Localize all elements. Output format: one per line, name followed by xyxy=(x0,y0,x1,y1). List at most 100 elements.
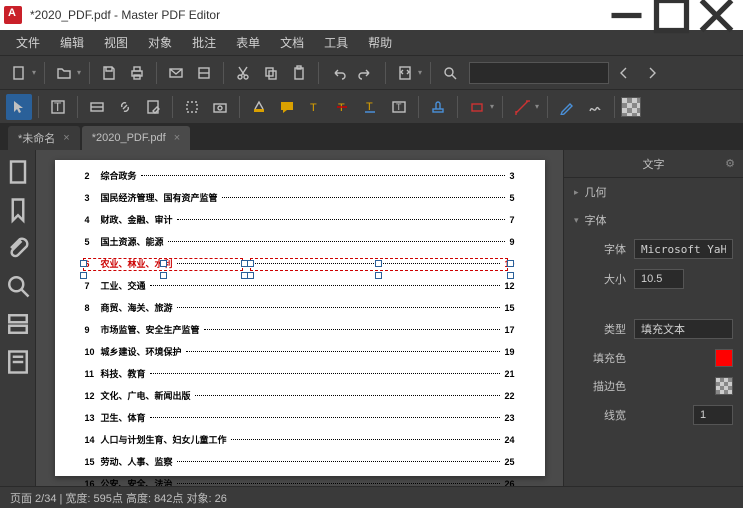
shape-rect-tool[interactable] xyxy=(464,94,490,120)
search-panel-button[interactable] xyxy=(4,272,32,300)
toc-line[interactable]: 4财政、金融、审计7 xyxy=(85,213,515,226)
menu-help[interactable]: 帮助 xyxy=(358,30,402,55)
toc-line[interactable]: 3国民经济管理、国有资产监管5 xyxy=(85,191,515,204)
paste-button[interactable] xyxy=(286,60,312,86)
stamp-tool[interactable] xyxy=(425,94,451,120)
print-button[interactable] xyxy=(124,60,150,86)
close-icon[interactable]: × xyxy=(63,132,69,144)
marquee-tool[interactable] xyxy=(179,94,205,120)
toc-text: 科技、教育 xyxy=(101,367,146,380)
fit-page-button[interactable] xyxy=(392,60,418,86)
search-prev-button[interactable] xyxy=(611,60,637,86)
cut-button[interactable] xyxy=(230,60,256,86)
toc-number: 10 xyxy=(85,347,101,357)
edit-form-tool[interactable] xyxy=(84,94,110,120)
svg-text:T: T xyxy=(54,100,62,114)
toc-line[interactable]: 15劳动、人事、监察25 xyxy=(85,455,515,468)
window-title: *2020_PDF.pdf - Master PDF Editor xyxy=(30,8,604,22)
menu-document[interactable]: 文档 xyxy=(270,30,314,55)
open-file-button[interactable] xyxy=(51,60,77,86)
link-tool[interactable] xyxy=(112,94,138,120)
toc-page-number: 17 xyxy=(504,325,514,335)
toc-line[interactable]: 2综合政务3 xyxy=(85,169,515,182)
toc-line[interactable]: 7工业、交通12 xyxy=(85,279,515,292)
toc-page-number: 9 xyxy=(509,237,514,247)
panel-options-icon[interactable]: ⚙ xyxy=(725,157,735,170)
toc-line[interactable]: 9市场监管、安全生产监管17 xyxy=(85,323,515,336)
email-button[interactable] xyxy=(163,60,189,86)
search-next-button[interactable] xyxy=(639,60,665,86)
linewidth-input[interactable] xyxy=(693,405,733,425)
toc-page-number: 24 xyxy=(504,435,514,445)
toc-line[interactable]: 8商贸、海关、旅游15 xyxy=(85,301,515,314)
toc-line[interactable]: 11科技、教育21 xyxy=(85,367,515,380)
minimize-button[interactable] xyxy=(604,0,649,30)
thumbnails-panel-button[interactable] xyxy=(4,158,32,186)
toc-number: 8 xyxy=(85,303,101,313)
search-input[interactable] xyxy=(469,62,609,84)
toc-line[interactable]: 10城乡建设、环境保护19 xyxy=(85,345,515,358)
redo-button[interactable] xyxy=(353,60,379,86)
menu-tools[interactable]: 工具 xyxy=(314,30,358,55)
toc-page-number: 23 xyxy=(504,413,514,423)
tab-untitled[interactable]: *未命名 × xyxy=(8,126,80,150)
section-font[interactable]: 字体 xyxy=(564,206,743,234)
toc-line[interactable]: 13卫生、体育23 xyxy=(85,411,515,424)
new-file-button[interactable] xyxy=(6,60,32,86)
text-box-tool[interactable]: T xyxy=(386,94,412,120)
undo-button[interactable] xyxy=(325,60,351,86)
toc-number: 9 xyxy=(85,325,101,335)
tab-label: *2020_PDF.pdf xyxy=(92,132,166,144)
toc-line[interactable]: 16公安、安全、法治26 xyxy=(85,477,515,486)
toc-line[interactable]: 14人口与计划生育、妇女儿童工作24 xyxy=(85,433,515,446)
close-icon[interactable]: × xyxy=(174,132,180,144)
layers-panel-button[interactable] xyxy=(4,310,32,338)
type-select[interactable] xyxy=(634,319,733,339)
text-highlight-tool[interactable]: T xyxy=(302,94,328,120)
signatures-panel-button[interactable] xyxy=(4,348,32,376)
document-view[interactable]: 2综合政务3 3国民经济管理、国有资产监管5 4财政、金融、审计7 5国土资源、能源9… xyxy=(36,150,563,486)
font-size-input[interactable] xyxy=(634,269,684,289)
toc-dots xyxy=(177,307,501,308)
attachments-panel-button[interactable] xyxy=(4,234,32,262)
select-tool[interactable] xyxy=(6,94,32,120)
titlebar: *2020_PDF.pdf - Master PDF Editor xyxy=(0,0,743,30)
edit-doc-tool[interactable] xyxy=(140,94,166,120)
toc-page-number: 26 xyxy=(504,479,514,486)
maximize-button[interactable] xyxy=(649,0,694,30)
status-text: 页面 2/34 | 宽度: 595点 高度: 842点 对象: 26 xyxy=(10,490,227,506)
menu-edit[interactable]: 编辑 xyxy=(50,30,94,55)
page-canvas[interactable]: 2综合政务3 3国民经济管理、国有资产监管5 4财政、金融、审计7 5国土资源、能源9… xyxy=(55,160,545,476)
fill-color-swatch[interactable] xyxy=(715,349,733,367)
toc-line[interactable]: 12文化、广电、新闻出版22 xyxy=(85,389,515,402)
close-button[interactable] xyxy=(694,0,739,30)
edit-text-tool[interactable]: T xyxy=(45,94,71,120)
measure-tool[interactable] xyxy=(509,94,535,120)
copy-button[interactable] xyxy=(258,60,284,86)
menu-object[interactable]: 对象 xyxy=(138,30,182,55)
pencil-tool[interactable] xyxy=(554,94,580,120)
strike-tool[interactable]: T xyxy=(330,94,356,120)
highlight-tool[interactable] xyxy=(246,94,272,120)
toc-line[interactable]: 6农业、林业、水利10 xyxy=(85,257,515,270)
note-tool[interactable] xyxy=(274,94,300,120)
stroke-color-swatch[interactable] xyxy=(715,377,733,395)
underline-tool[interactable]: T xyxy=(358,94,384,120)
color-picker[interactable] xyxy=(621,97,641,117)
toc-number: 3 xyxy=(85,193,101,203)
toc-text: 财政、金融、审计 xyxy=(101,213,173,226)
menu-forms[interactable]: 表单 xyxy=(226,30,270,55)
menu-annotate[interactable]: 批注 xyxy=(182,30,226,55)
sign-tool[interactable] xyxy=(582,94,608,120)
font-family-input[interactable] xyxy=(634,239,733,259)
menu-file[interactable]: 文件 xyxy=(6,30,50,55)
bookmarks-panel-button[interactable] xyxy=(4,196,32,224)
snapshot-tool[interactable] xyxy=(207,94,233,120)
menu-view[interactable]: 视图 xyxy=(94,30,138,55)
section-geometry[interactable]: 几何 xyxy=(564,178,743,206)
scan-button[interactable] xyxy=(191,60,217,86)
toc-text: 国民经济管理、国有资产监管 xyxy=(101,191,218,204)
tab-document[interactable]: *2020_PDF.pdf × xyxy=(82,126,190,150)
toc-line[interactable]: 5国土资源、能源9 xyxy=(85,235,515,248)
save-button[interactable] xyxy=(96,60,122,86)
